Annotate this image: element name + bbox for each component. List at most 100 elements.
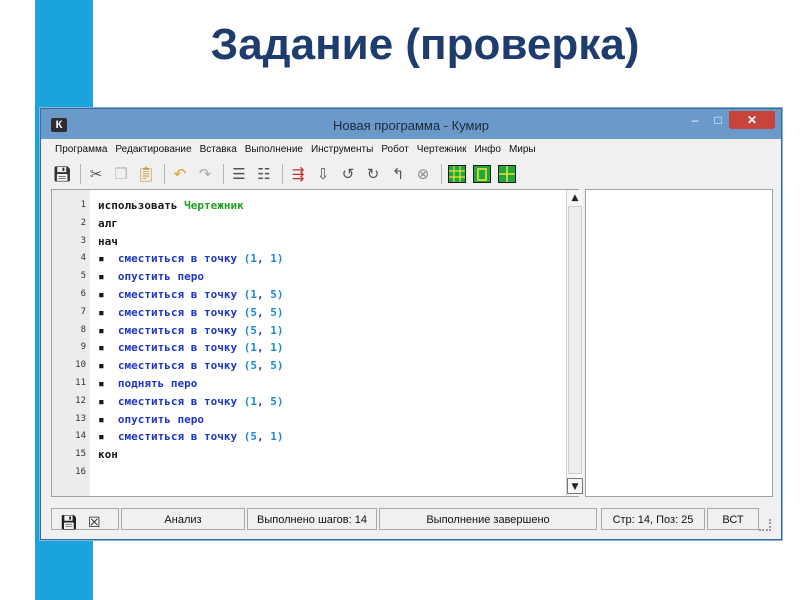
close-icon[interactable]: ✕ <box>729 111 775 129</box>
code-text: ▪ сместиться в точку (5, 5) <box>98 304 283 322</box>
scroll-down-icon[interactable]: ▼ <box>567 478 583 494</box>
code-line[interactable]: 8 ▪ сместиться в точку (5, 1) <box>52 322 572 340</box>
code-line[interactable]: 2 алг <box>52 215 572 233</box>
code-text: нач <box>98 233 118 251</box>
code-token: 1 <box>250 341 257 355</box>
copy-icon[interactable]: ❐ <box>110 163 132 185</box>
code-line[interactable]: 4 ▪ сместиться в точку (1, 1) <box>52 250 572 268</box>
code-text: ▪ сместиться в точку (5, 1) <box>98 322 283 340</box>
code-line[interactable]: 10 ▪ сместиться в точку (5, 5) <box>52 357 572 375</box>
code-line[interactable]: 3 нач <box>52 233 572 251</box>
code-token: 5 <box>270 359 277 373</box>
code-token: 5 <box>250 359 257 373</box>
code-token: , <box>256 252 271 266</box>
line-number: 7 <box>80 306 86 317</box>
code-token: сместиться в точку <box>117 394 244 408</box>
line-number: 6 <box>80 288 86 299</box>
code-text: использовать Чертежник <box>98 197 244 215</box>
code-line[interactable]: 16 <box>52 464 572 482</box>
step-in-icon[interactable]: ↻ <box>362 163 384 185</box>
code-line[interactable]: 14 ▪ сместиться в точку (5, 1) <box>52 428 572 446</box>
code-line[interactable]: 5 ▪ опустить перо <box>52 268 572 286</box>
code-line[interactable]: 6 ▪ сместиться в точку (1, 5) <box>52 286 572 304</box>
line-number: 2 <box>80 217 86 228</box>
toolbar-separator <box>164 164 165 184</box>
menu-info[interactable]: Инфо <box>470 141 505 159</box>
code-token: ) <box>276 305 284 319</box>
code-line[interactable]: 11 ▪ поднять перо <box>52 375 572 393</box>
code-token: ▪ <box>98 323 118 337</box>
code-token: ▪ <box>98 252 118 266</box>
line-number: 16 <box>75 466 86 477</box>
close-box-icon[interactable]: ☒ <box>88 511 101 533</box>
save-icon[interactable]: 💾︎ <box>60 511 78 533</box>
status-insert-mode: ВСТ <box>707 508 759 530</box>
code-line[interactable]: 15 кон <box>52 446 572 464</box>
code-text: ▪ сместиться в точку (5, 5) <box>98 357 283 375</box>
code-text: ▪ сместиться в точку (1, 1) <box>98 250 283 268</box>
code-editor[interactable]: 1 использовать Чертежник 2 алг 3 нач 4 ▪ смести… <box>51 189 583 497</box>
code-token: , <box>256 430 271 444</box>
maximize-icon[interactable]: □ <box>709 111 727 129</box>
code-line[interactable]: 12 ▪ сместиться в точку (1, 5) <box>52 393 572 411</box>
editor-scrollbar[interactable]: ▲ ▼ <box>566 190 583 496</box>
output-panel[interactable] <box>585 189 773 497</box>
code-token: 5 <box>270 394 277 408</box>
code-text: ▪ сместиться в точку (1, 5) <box>98 286 283 304</box>
code-token: поднять перо <box>117 376 198 390</box>
code-line[interactable]: 1 использовать Чертежник <box>52 197 572 215</box>
robot-frame-icon[interactable] <box>471 163 493 185</box>
window-title: Новая программа - Кумир <box>333 118 489 133</box>
redo-icon[interactable]: ↷ <box>194 163 216 185</box>
code-line[interactable]: 9 ▪ сместиться в точку (1, 1) <box>52 339 572 357</box>
code-token: сместиться в точку <box>117 323 244 337</box>
code-lines: 1 использовать Чертежник 2 алг 3 нач 4 ▪ смести… <box>52 197 572 482</box>
menu-draftsman[interactable]: Чертежник <box>413 141 471 159</box>
code-token: 1 <box>250 287 257 301</box>
resize-grip[interactable] <box>759 519 771 531</box>
cut-icon[interactable]: ✂ <box>85 163 107 185</box>
code-token: ▪ <box>98 376 118 390</box>
menu-insert[interactable]: Вставка <box>196 141 241 159</box>
menu-tools[interactable]: Инструменты <box>307 141 377 159</box>
run-icon[interactable]: ⇶ <box>287 163 309 185</box>
code-token: , <box>256 394 271 408</box>
paste-icon[interactable]: 📋︎ <box>135 163 157 185</box>
minimize-icon[interactable]: ‒ <box>686 111 704 129</box>
code-line[interactable]: 13 ▪ опустить перо <box>52 411 572 429</box>
code-token: кон <box>98 448 118 462</box>
scroll-up-icon[interactable]: ▲ <box>567 190 583 206</box>
code-token: нач <box>98 234 118 248</box>
menu-program[interactable]: Программа <box>51 141 111 159</box>
code-token: , <box>256 287 271 301</box>
menu-bar: Программа Редактирование Вставка Выполне… <box>51 141 540 159</box>
status-state: Выполнение завершено <box>379 508 597 530</box>
code-token: ) <box>276 430 284 444</box>
menu-edit[interactable]: Редактирование <box>111 141 195 159</box>
code-token: 1 <box>250 252 257 266</box>
menu-run[interactable]: Выполнение <box>241 141 307 159</box>
remove-block-icon[interactable]: ☷ <box>253 163 275 185</box>
code-token: ) <box>276 252 284 266</box>
slide-title: Задание (проверка) <box>210 20 640 69</box>
menu-robot[interactable]: Робот <box>377 141 412 159</box>
robot-field-icon[interactable] <box>446 163 468 185</box>
line-number: 9 <box>80 342 86 353</box>
stop-icon[interactable]: ⊗ <box>412 163 434 185</box>
run-step-icon[interactable]: ⇩ <box>312 163 334 185</box>
code-line[interactable]: 7 ▪ сместиться в точку (5, 5) <box>52 304 572 322</box>
line-number: 13 <box>75 413 86 424</box>
step-out-icon[interactable]: ↰ <box>387 163 409 185</box>
undo-icon[interactable]: ↶ <box>169 163 191 185</box>
menu-worlds[interactable]: Миры <box>505 141 540 159</box>
draftsman-icon[interactable] <box>496 163 518 185</box>
insert-block-icon[interactable]: ☰ <box>228 163 250 185</box>
line-number: 14 <box>75 431 86 442</box>
code-text: ▪ сместиться в точку (5, 1) <box>98 428 283 446</box>
code-token: алг <box>98 216 118 230</box>
code-text: ▪ сместиться в точку (1, 1) <box>98 339 283 357</box>
code-token: 5 <box>270 287 277 301</box>
scroll-thumb[interactable] <box>568 206 582 474</box>
save-icon[interactable]: 💾︎ <box>51 163 73 185</box>
step-over-icon[interactable]: ↺ <box>337 163 359 185</box>
